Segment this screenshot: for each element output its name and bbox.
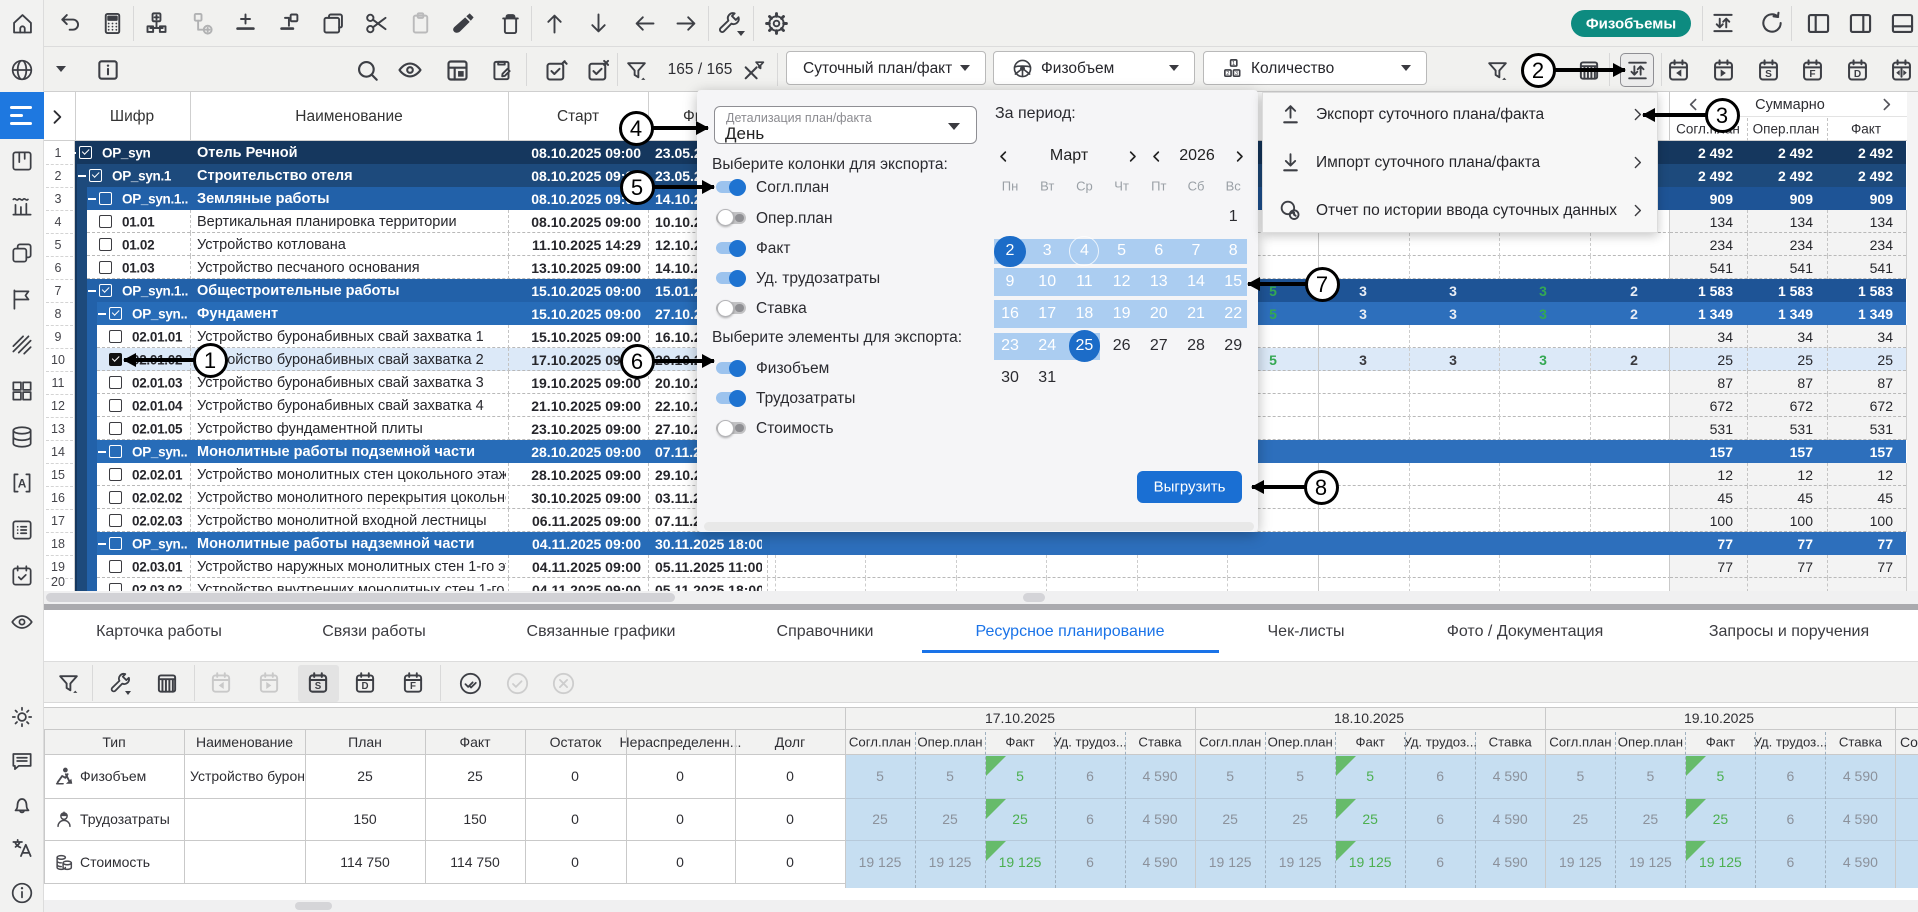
svg-text:1: 1 [1232,60,1235,66]
svg-text:S: S [315,681,322,692]
svg-text:D: D [361,681,368,692]
svg-text:2: 2 [1226,70,1229,76]
svg-text:F: F [1809,68,1815,79]
svg-text:F: F [410,681,416,692]
svg-text:D: D [1853,68,1860,79]
svg-text:A: A [18,476,27,490]
svg-text:S: S [1765,68,1772,79]
svg-text:3: 3 [1234,70,1237,76]
